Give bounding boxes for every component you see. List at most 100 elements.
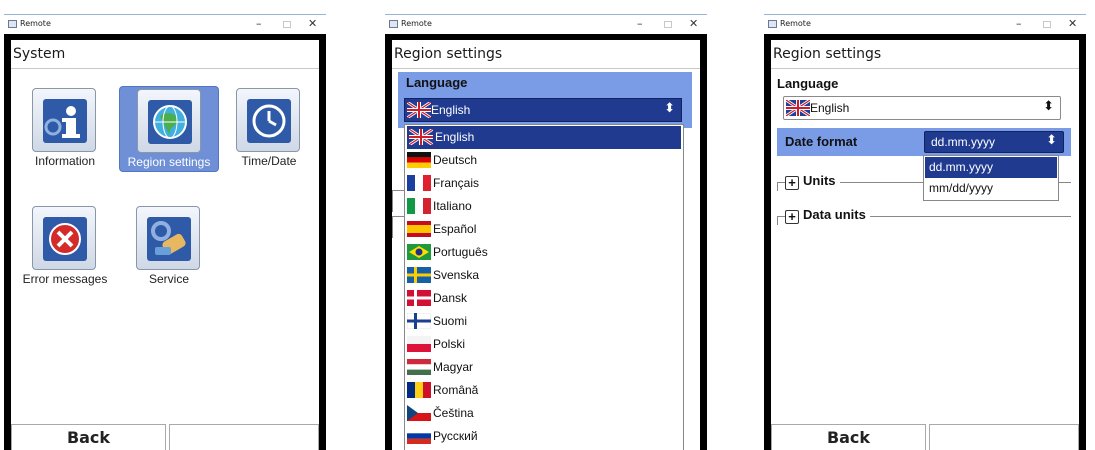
date-format-dropdown-list: dd.mm.yyyy mm/dd/yyyy (923, 155, 1059, 201)
error-icon (32, 206, 96, 270)
window-title: Remote (401, 19, 432, 28)
spain-flag-icon (407, 221, 431, 237)
tile-region-settings[interactable]: Region settings (119, 86, 219, 172)
date-format-setting: Date format dd.mm.yyyy ⬍ (777, 128, 1071, 156)
window-title: Remote (20, 19, 51, 28)
date-format-select[interactable]: dd.mm.yyyy ⬍ (924, 131, 1064, 153)
uk-flag-icon (786, 100, 810, 116)
data-units-expander[interactable]: + Data units (785, 207, 870, 224)
brazil-flag-icon (407, 244, 431, 260)
option-label: Suomi (433, 314, 468, 328)
france-flag-icon (407, 175, 431, 191)
date-format-value: dd.mm.yyyy (931, 135, 996, 149)
date-format-label: Date format (785, 134, 858, 149)
page-title: System (13, 46, 66, 62)
date-format-option[interactable]: mm/dd/yyyy (925, 178, 1057, 199)
maximize-button[interactable] (283, 21, 291, 28)
title-bar: Remote – ✕ (764, 14, 1086, 34)
option-label: Español (433, 222, 477, 236)
page-title: Region settings (394, 46, 503, 62)
language-option-magyar[interactable]: Magyar (405, 356, 683, 379)
romania-flag-icon (407, 382, 431, 398)
units-expander[interactable]: + Units (785, 173, 840, 190)
language-option-romana[interactable]: Română (405, 379, 683, 402)
language-option-italiano[interactable]: Italiano (405, 195, 683, 218)
title-bar: Remote – ✕ (4, 14, 326, 34)
option-label: Français (433, 176, 480, 190)
option-label: Dansk (433, 291, 468, 305)
russia-flag-icon (407, 428, 431, 444)
option-label: Italiano (433, 199, 472, 213)
tile-error-messages[interactable]: Error messages (15, 204, 115, 290)
softkey-bar: Back (771, 424, 1079, 450)
germany-flag-icon (407, 152, 431, 168)
sweden-flag-icon (407, 267, 431, 283)
language-dropdown-list: English Deutsch Français Italiano Españo… (404, 124, 684, 450)
language-select[interactable]: English ⬍ (404, 98, 682, 122)
minimize-button[interactable]: – (1016, 17, 1022, 31)
option-label: Português (433, 245, 488, 259)
title-bar: Remote – ✕ (385, 14, 707, 34)
option-label: English (435, 130, 475, 144)
language-option-espanol[interactable]: Español (405, 218, 683, 241)
tile-time-date[interactable]: Time/Date (219, 86, 319, 172)
page-title: Region settings (773, 46, 882, 62)
option-label: Magyar (433, 360, 474, 374)
tile-label: Service (148, 272, 189, 286)
app-icon (768, 20, 777, 28)
data-units-group: + Data units (777, 207, 1071, 250)
softkey-right-button[interactable] (929, 424, 1079, 450)
tile-label: Region settings (127, 155, 211, 169)
softkey-right-button[interactable] (169, 424, 319, 450)
app-icon (389, 20, 398, 28)
tile-service[interactable]: Service (119, 204, 219, 290)
chevron-updown-icon: ⬍ (1046, 133, 1057, 148)
language-option-francais[interactable]: Français (405, 172, 683, 195)
maximize-button[interactable] (1043, 21, 1051, 28)
option-label: Română (433, 383, 479, 397)
language-option-svenska[interactable]: Svenska (405, 264, 683, 287)
option-label: Čeština (433, 406, 474, 420)
maximize-button[interactable] (664, 21, 672, 28)
units-label: Units (803, 173, 836, 188)
language-setting: Language English ⬍ (398, 72, 692, 128)
device-screen: System Information Region settings Time/… (11, 40, 319, 450)
close-button[interactable]: ✕ (1068, 17, 1077, 31)
header-divider (771, 68, 1079, 69)
hungary-flag-icon (407, 359, 431, 375)
tile-information[interactable]: Information (15, 86, 115, 172)
service-icon (136, 206, 200, 270)
hidden-group-frame (392, 216, 404, 238)
language-option-suomi[interactable]: Suomi (405, 310, 683, 333)
back-button[interactable]: Back (11, 424, 166, 450)
uk-flag-icon (407, 102, 431, 118)
back-button[interactable]: Back (771, 424, 926, 450)
language-option-cestina[interactable]: Čeština (405, 402, 683, 425)
date-format-option[interactable]: dd.mm.yyyy (925, 157, 1057, 178)
chevron-updown-icon: ⬍ (664, 101, 675, 116)
finland-flag-icon (407, 313, 431, 329)
softkey-bar: Back (11, 424, 319, 450)
language-label: Language (777, 76, 839, 91)
data-units-label: Data units (803, 207, 866, 222)
minimize-button[interactable]: – (637, 17, 643, 31)
hidden-group-frame (392, 190, 404, 212)
option-label: Polski (433, 337, 466, 351)
language-option-english[interactable]: English (407, 126, 681, 149)
language-option-portugues[interactable]: Português (405, 241, 683, 264)
language-option-polski[interactable]: Polski (405, 333, 683, 356)
language-option-russkiy[interactable]: Русский (405, 425, 683, 448)
language-option-dansk[interactable]: Dansk (405, 287, 683, 310)
close-button[interactable]: ✕ (308, 17, 317, 31)
language-value: English (810, 101, 850, 115)
minimize-button[interactable]: – (256, 17, 262, 31)
group-frame-edge (777, 217, 778, 225)
header-divider (392, 68, 700, 69)
language-select[interactable]: English ⬍ (783, 96, 1061, 120)
group-frame-edge (777, 183, 778, 191)
poland-flag-icon (407, 336, 431, 352)
device-screen: Region settings Language English ⬍ Date … (771, 40, 1079, 450)
close-button[interactable]: ✕ (689, 17, 698, 31)
language-option-deutsch[interactable]: Deutsch (405, 149, 683, 172)
option-label: Deutsch (433, 153, 478, 167)
